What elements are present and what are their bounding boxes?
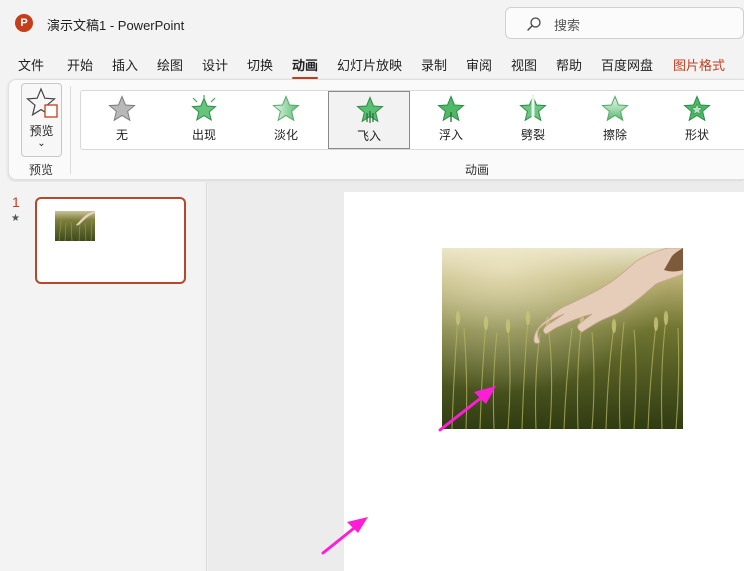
tab-design[interactable]: 设计 [202, 55, 228, 74]
shape-star-icon [683, 95, 711, 122]
ribbon-tabs: 文件 开始 插入 绘图 设计 切换 动画 幻灯片放映 录制 审阅 视图 帮助 百… [0, 50, 744, 79]
appear-star-icon [191, 95, 217, 122]
tab-help[interactable]: 帮助 [556, 55, 582, 74]
animation-split[interactable]: 劈裂 [492, 91, 574, 149]
wheat-field-picture[interactable] [442, 248, 683, 429]
split-star-icon [519, 95, 547, 122]
preview-star-icon [25, 87, 58, 118]
none-star-icon [108, 95, 136, 122]
animation-fly-in[interactable]: 飞入 [328, 91, 410, 149]
animation-label: 无 [115, 128, 128, 142]
thumbnail-picture [55, 211, 95, 241]
tab-baidu-netdisk[interactable]: 百度网盘 [601, 55, 653, 74]
chevron-down-icon: ⌄ [37, 138, 46, 149]
animation-label: 出现 [191, 128, 216, 142]
animation-wipe[interactable]: 擦除 [574, 91, 656, 149]
fade-star-icon [272, 95, 300, 122]
slide-number: 1 [12, 194, 20, 210]
tab-view[interactable]: 视图 [511, 55, 537, 74]
tab-transitions[interactable]: 切换 [247, 55, 273, 74]
wipe-star-icon [601, 95, 629, 122]
animation-appear[interactable]: 出现 [163, 91, 245, 149]
slide-thumbnail-pane: 1 ★ [0, 182, 207, 571]
animation-label: 淡化 [273, 128, 298, 142]
tab-animations[interactable]: 动画 [292, 55, 319, 79]
animation-group-label: 动画 [465, 163, 490, 177]
animation-shape[interactable]: 形状 [656, 91, 738, 149]
animation-label: 形状 [684, 128, 709, 142]
ribbon-animations-panel: 预览 ⌄ 预览 无 出现 淡化 飞入 浮入 劈裂 擦除 形状 动画 [8, 79, 744, 180]
search-icon [527, 17, 541, 31]
search-placeholder: 搜索 [554, 19, 581, 34]
animation-none[interactable]: 无 [81, 91, 163, 149]
tab-slide-show[interactable]: 幻灯片放映 [337, 55, 402, 74]
tab-home[interactable]: 开始 [67, 55, 93, 74]
animation-label: 浮入 [438, 128, 463, 142]
tab-draw[interactable]: 绘图 [157, 55, 183, 74]
slide-editor-canvas [208, 182, 744, 571]
tab-insert[interactable]: 插入 [112, 55, 138, 74]
window-title: 演示文稿1 - PowerPoint [47, 18, 185, 33]
powerpoint-app-icon: P [15, 14, 33, 32]
animation-label: 飞入 [356, 129, 381, 143]
animation-marker-icon: ★ [11, 213, 20, 224]
animation-label: 擦除 [602, 128, 627, 142]
tab-review[interactable]: 审阅 [466, 55, 492, 74]
animation-fade[interactable]: 淡化 [245, 91, 327, 149]
tab-picture-format[interactable]: 图片格式 [673, 55, 725, 74]
animation-gallery: 无 出现 淡化 飞入 浮入 劈裂 擦除 形状 [80, 90, 744, 150]
slide-page[interactable] [344, 192, 744, 571]
animation-label: 劈裂 [520, 128, 545, 142]
float-in-star-icon [437, 95, 465, 122]
fly-in-star-icon [356, 96, 384, 123]
title-bar: P 演示文稿1 - PowerPoint 搜索 [0, 0, 744, 46]
preview-group-label: 预览 [29, 163, 54, 177]
search-box[interactable]: 搜索 [505, 7, 744, 39]
tab-file[interactable]: 文件 [18, 55, 44, 74]
slide-thumbnail[interactable] [35, 197, 186, 284]
group-divider [70, 86, 71, 174]
animation-float-in[interactable]: 浮入 [410, 91, 492, 149]
tab-record[interactable]: 录制 [421, 55, 447, 74]
preview-label: 预览 [29, 124, 54, 138]
preview-button[interactable]: 预览 ⌄ [21, 83, 62, 157]
